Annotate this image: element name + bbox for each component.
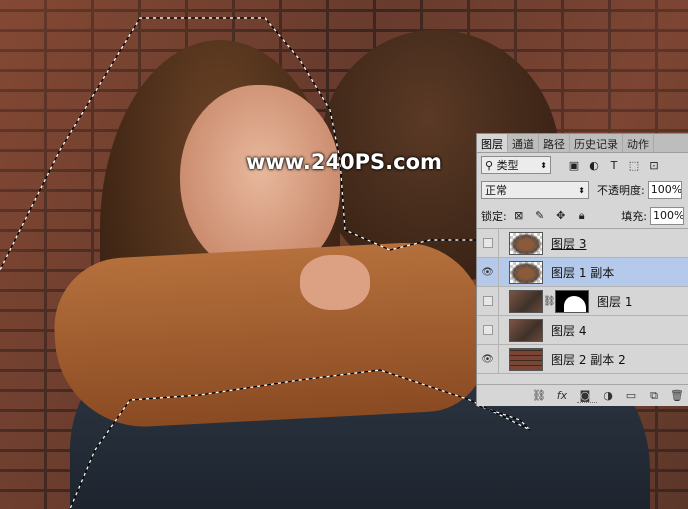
smart-object-filter-icon[interactable]: ⊡ [647, 158, 661, 172]
tab-actions[interactable]: 动作 [623, 134, 654, 152]
opacity-input[interactable]: 100% [647, 181, 682, 199]
layer-thumbnail [509, 318, 543, 342]
add-mask-icon[interactable]: ◙ [578, 389, 592, 403]
hidden-box-icon [482, 238, 493, 248]
layer-row-2-copy-2[interactable]: 👁︎ 图层 2 副本 2 [477, 344, 688, 374]
layer-thumbnail [509, 347, 543, 371]
new-group-folder-icon[interactable]: ▭ [624, 389, 638, 403]
chain-link-icon[interactable]: ⛓ [543, 296, 556, 307]
lock-transparency-icon[interactable]: ⊠ [513, 209, 525, 222]
layer-filter-value: 类型 [496, 159, 519, 172]
tab-layers[interactable]: 图层 [477, 134, 508, 152]
visibility-toggle[interactable] [477, 286, 499, 316]
link-layers-icon[interactable]: ⛓ [532, 389, 546, 403]
search-icon: ⚲ [485, 158, 497, 172]
filter-icons: ▣ ◐ T ⬚ ⊡ [567, 158, 661, 172]
layer-thumbnail [509, 260, 543, 284]
resize-grip[interactable] [577, 402, 597, 405]
fill-group: 填充: 100% [621, 206, 684, 225]
layer-name: 图层 1 [597, 294, 633, 309]
new-adjustment-icon[interactable]: ◑ [601, 389, 615, 403]
panel-bottom-toolbar: ⛓ fx ◙ ◑ ▭ ⧉ 🗑︎ [477, 384, 688, 406]
image-filter-icon[interactable]: ▣ [567, 158, 581, 172]
layers-panel: 图层 通道 路径 历史记录 动作 ⚲ 类型 ⬍ ▣ ◐ T ⬚ ⊡ 正常 ⬍ 不… [476, 133, 688, 406]
trash-icon[interactable]: 🗑︎ [670, 389, 684, 403]
layer-name: 图层 2 副本 2 [551, 352, 626, 367]
lock-all-icon[interactable]: 🔒︎ [576, 209, 588, 222]
lock-row: 锁定: ⊠ ✎ ✥ 🔒︎ 填充: 100% [477, 203, 688, 229]
layer-thumbnail [509, 289, 543, 313]
adjustment-filter-icon[interactable]: ◐ [587, 158, 601, 172]
visibility-toggle[interactable] [477, 315, 499, 345]
hidden-box-icon [482, 296, 493, 306]
shape-filter-icon[interactable]: ⬚ [627, 158, 641, 172]
filter-row: ⚲ 类型 ⬍ ▣ ◐ T ⬚ ⊡ [477, 153, 688, 177]
layer-row-1[interactable]: ⛓ 图层 1 [477, 286, 688, 316]
tab-paths[interactable]: 路径 [539, 134, 570, 152]
lock-label: 锁定: [481, 209, 507, 223]
fill-input[interactable]: 100% [650, 206, 684, 225]
fx-icon[interactable]: fx [555, 389, 569, 403]
visibility-toggle[interactable] [477, 228, 499, 258]
visibility-toggle[interactable]: 👁︎ [477, 344, 499, 374]
opacity-label: 不透明度: [597, 184, 645, 197]
blend-mode-value: 正常 [485, 184, 507, 197]
tab-channels[interactable]: 通道 [508, 134, 539, 152]
blend-row: 正常 ⬍ 不透明度: 100% [477, 177, 688, 203]
layer-row-1-copy[interactable]: 👁︎ 图层 1 副本 [477, 257, 688, 287]
panel-tabs: 图层 通道 路径 历史记录 动作 [477, 134, 688, 153]
lock-position-move-icon[interactable]: ✥ [555, 209, 567, 222]
watermark-text: www.240PS.com [246, 150, 442, 174]
blend-mode-select[interactable]: 正常 ⬍ [481, 181, 589, 199]
layer-thumbnail [509, 231, 543, 255]
layer-name: 图层 3 [551, 236, 587, 251]
eye-icon: 👁︎ [481, 266, 494, 278]
updown-caret-icon: ⬍ [540, 160, 547, 170]
lock-icons: ⊠ ✎ ✥ 🔒︎ [513, 209, 588, 223]
visibility-toggle[interactable]: 👁︎ [477, 257, 499, 287]
updown-caret-icon: ⬍ [578, 185, 585, 195]
layer-row-3[interactable]: 图层 3 [477, 228, 688, 258]
fill-label: 填充: [621, 209, 647, 223]
layer-row-4[interactable]: 图层 4 [477, 315, 688, 345]
layer-name: 图层 1 副本 [551, 265, 615, 280]
tab-history[interactable]: 历史记录 [570, 134, 623, 152]
layer-list: 图层 3 👁︎ 图层 1 副本 ⛓ 图层 1 图层 4 👁︎ 图层 2 副本 2 [477, 228, 688, 374]
hidden-box-icon [482, 325, 493, 335]
eye-icon: 👁︎ [481, 353, 494, 365]
layer-name: 图层 4 [551, 323, 587, 338]
new-layer-icon[interactable]: ⧉ [647, 389, 661, 403]
layer-filter-select[interactable]: ⚲ 类型 ⬍ [481, 156, 551, 174]
lock-pixels-brush-icon[interactable]: ✎ [534, 209, 546, 222]
layer-mask-thumbnail[interactable] [555, 289, 589, 313]
type-filter-icon[interactable]: T [607, 158, 621, 172]
